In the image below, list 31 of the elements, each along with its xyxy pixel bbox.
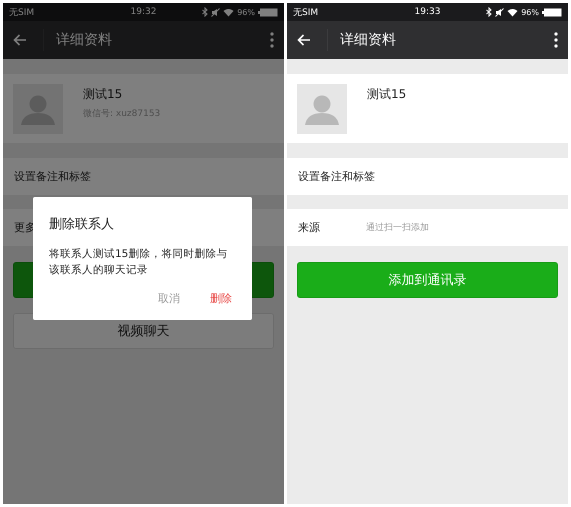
delete-button[interactable]: 删除 [206, 288, 236, 308]
page-title: 详细资料 [340, 31, 397, 49]
dialog-message: 将联系人测试15删除，将同时删除与该联系人的聊天记录 [49, 247, 228, 278]
battery-icon [542, 8, 562, 16]
more-menu-icon[interactable] [554, 32, 558, 48]
battery-text: 96% [521, 8, 539, 16]
battery-icon [258, 8, 278, 16]
list-row[interactable]: 设置备注和标签 [287, 158, 568, 195]
cancel-button[interactable]: 取消 [154, 288, 184, 308]
back-arrow-icon[interactable] [297, 34, 311, 46]
list-row[interactable]: 设置备注和标签 [3, 158, 284, 195]
battery-text: 96% [237, 8, 255, 16]
primary-button[interactable]: 添加到通讯录 [297, 262, 558, 298]
contact-name: 测试15 [367, 86, 406, 103]
bluetooth-icon [486, 7, 492, 17]
page-title: 详细资料 [56, 31, 113, 49]
mute-icon [211, 8, 220, 16]
carrier-text: 无SIM [293, 6, 318, 18]
clock-time: 19:33 [414, 7, 440, 17]
wifi-icon [507, 8, 518, 16]
mute-icon [495, 8, 504, 16]
clock-time: 19:32 [130, 7, 156, 17]
avatar-icon [13, 84, 63, 134]
avatar-icon [297, 84, 347, 134]
dialog-title: 删除联系人 [49, 216, 115, 233]
carrier-text: 无SIM [9, 6, 34, 18]
bluetooth-icon [202, 7, 208, 17]
row-value: 通过扫一扫添加 [366, 222, 429, 234]
list-row[interactable]: 来源 通过扫一扫添加 [287, 209, 568, 246]
contact-name: 测试15 [83, 86, 124, 103]
wifi-icon [223, 8, 234, 16]
